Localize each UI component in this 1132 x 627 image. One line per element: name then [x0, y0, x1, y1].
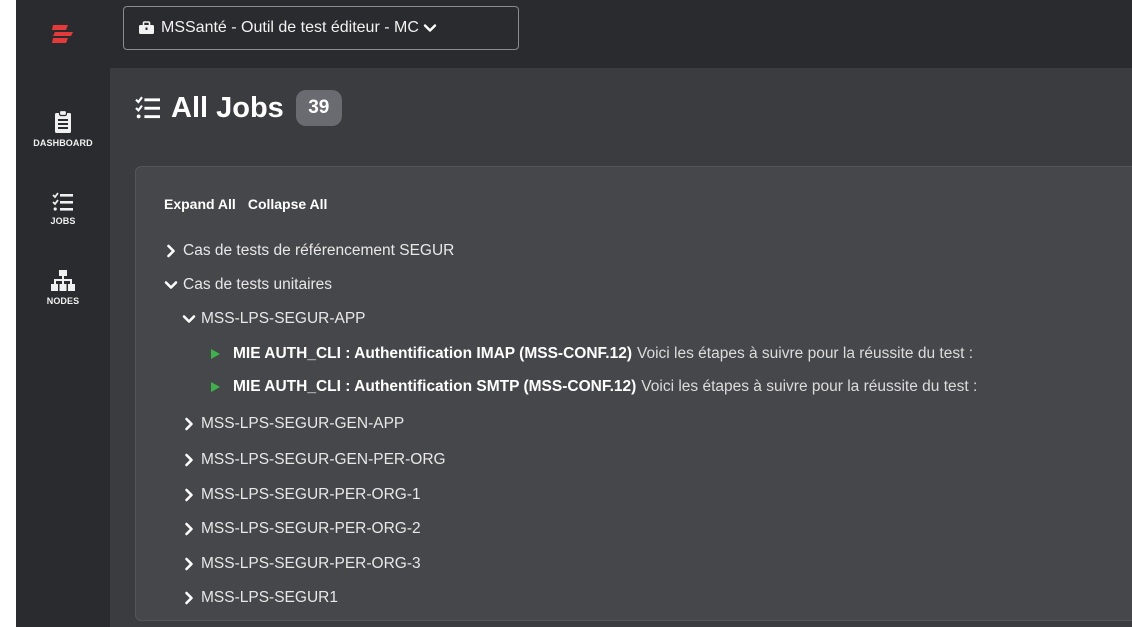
- page-title-text: All Jobs: [171, 91, 284, 124]
- tree-subgroup-segur-gen-app[interactable]: MSS-LPS-SEGUR-GEN-APP: [182, 413, 404, 435]
- sidebar-item-dashboard[interactable]: DASHBOARD: [16, 110, 110, 148]
- top-bar: MSSanté - Outil de test éditeur - MC: [16, 0, 1132, 68]
- tree-subgroup-label: MSS-LPS-SEGUR-PER-ORG-1: [201, 486, 421, 503]
- sidebar: DASHBOARD JOBS NODES: [16, 68, 110, 627]
- tree-group-unitaires[interactable]: Cas de tests unitaires: [164, 274, 332, 296]
- play-icon[interactable]: [209, 381, 221, 393]
- sidebar-item-label: JOBS: [50, 216, 76, 226]
- job-name-link[interactable]: MIE AUTH_CLI : Authentification SMTP (MS…: [233, 378, 636, 396]
- clipboard-icon: [55, 110, 71, 133]
- expand-all-link[interactable]: Expand All: [164, 196, 236, 212]
- project-name: MSSanté - Outil de test éditeur - MC: [161, 19, 419, 36]
- chevron-right-icon: [185, 417, 193, 431]
- sidebar-item-label: DASHBOARD: [33, 138, 93, 148]
- job-row-smtp: MIE AUTH_CLI : Authentification SMTP (MS…: [209, 376, 977, 398]
- tree-subgroup-label: MSS-LPS-SEGUR-APP: [201, 310, 366, 327]
- project-selector[interactable]: MSSanté - Outil de test éditeur - MC: [123, 6, 519, 50]
- chevron-right-icon: [185, 522, 193, 536]
- tree-subgroup-label: MSS-LPS-SEGUR1: [201, 589, 338, 606]
- collapse-all-link[interactable]: Collapse All: [248, 196, 328, 212]
- chevron-right-icon: [185, 488, 193, 502]
- chevron-down-icon: [423, 24, 437, 32]
- tree-subgroup-label: MSS-LPS-SEGUR-GEN-PER-ORG: [201, 451, 446, 468]
- chevron-right-icon: [185, 453, 193, 467]
- tasks-list-icon: [52, 192, 73, 211]
- tree-subgroup-segur-app[interactable]: MSS-LPS-SEGUR-APP: [182, 308, 366, 330]
- job-name-link[interactable]: MIE AUTH_CLI : Authentification IMAP (MS…: [233, 345, 632, 363]
- job-count-badge: 39: [295, 90, 342, 126]
- job-row-imap: MIE AUTH_CLI : Authentification IMAP (MS…: [209, 343, 973, 365]
- tree-actions: Expand All Collapse All: [164, 196, 327, 212]
- tree-group-label: Cas de tests de référencement SEGUR: [183, 242, 455, 259]
- sidebar-item-label: NODES: [46, 296, 80, 306]
- tree-subgroup-label: MSS-LPS-SEGUR-PER-ORG-2: [201, 520, 421, 537]
- job-description: Voici les étapes à suivre pour la réussi…: [636, 345, 973, 362]
- tree-subgroup-label: MSS-LPS-SEGUR-PER-ORG-3: [201, 555, 421, 572]
- page-title: All Jobs 39: [133, 90, 342, 126]
- play-icon[interactable]: [209, 348, 221, 360]
- tree-group-referencement[interactable]: Cas de tests de référencement SEGUR: [164, 240, 454, 262]
- project-briefcase-icon: [139, 21, 154, 34]
- chevron-right-icon: [167, 244, 175, 258]
- sitemap-icon: [51, 270, 75, 291]
- sidebar-item-nodes[interactable]: NODES: [16, 270, 110, 306]
- chevron-right-icon: [185, 557, 193, 571]
- tree-subgroup-segur-per-org-3[interactable]: MSS-LPS-SEGUR-PER-ORG-3: [182, 553, 421, 575]
- tree-subgroup-label: MSS-LPS-SEGUR-GEN-APP: [201, 415, 405, 432]
- tree-group-label: Cas de tests unitaires: [183, 276, 333, 293]
- tree-subgroup-segur-gen-per-org[interactable]: MSS-LPS-SEGUR-GEN-PER-ORG: [182, 449, 446, 471]
- chevron-right-icon: [185, 591, 193, 605]
- job-description: Voici les étapes à suivre pour la réussi…: [641, 378, 978, 395]
- app-window: MSSanté - Outil de test éditeur - MC DAS…: [16, 0, 1132, 627]
- tasks-list-icon: [135, 96, 160, 119]
- jobs-panel: Expand All Collapse All Cas de tests de …: [135, 166, 1132, 621]
- chevron-down-icon: [182, 315, 196, 323]
- logo-icon: [52, 25, 73, 43]
- tree-subgroup-segur-per-org-1[interactable]: MSS-LPS-SEGUR-PER-ORG-1: [182, 484, 421, 506]
- rundeck-logo[interactable]: [16, 0, 110, 68]
- chevron-down-icon: [164, 281, 178, 289]
- sidebar-item-jobs[interactable]: JOBS: [16, 192, 110, 226]
- tree-subgroup-segur1[interactable]: MSS-LPS-SEGUR1: [182, 587, 338, 609]
- tree-subgroup-segur-per-org-2[interactable]: MSS-LPS-SEGUR-PER-ORG-2: [182, 518, 421, 540]
